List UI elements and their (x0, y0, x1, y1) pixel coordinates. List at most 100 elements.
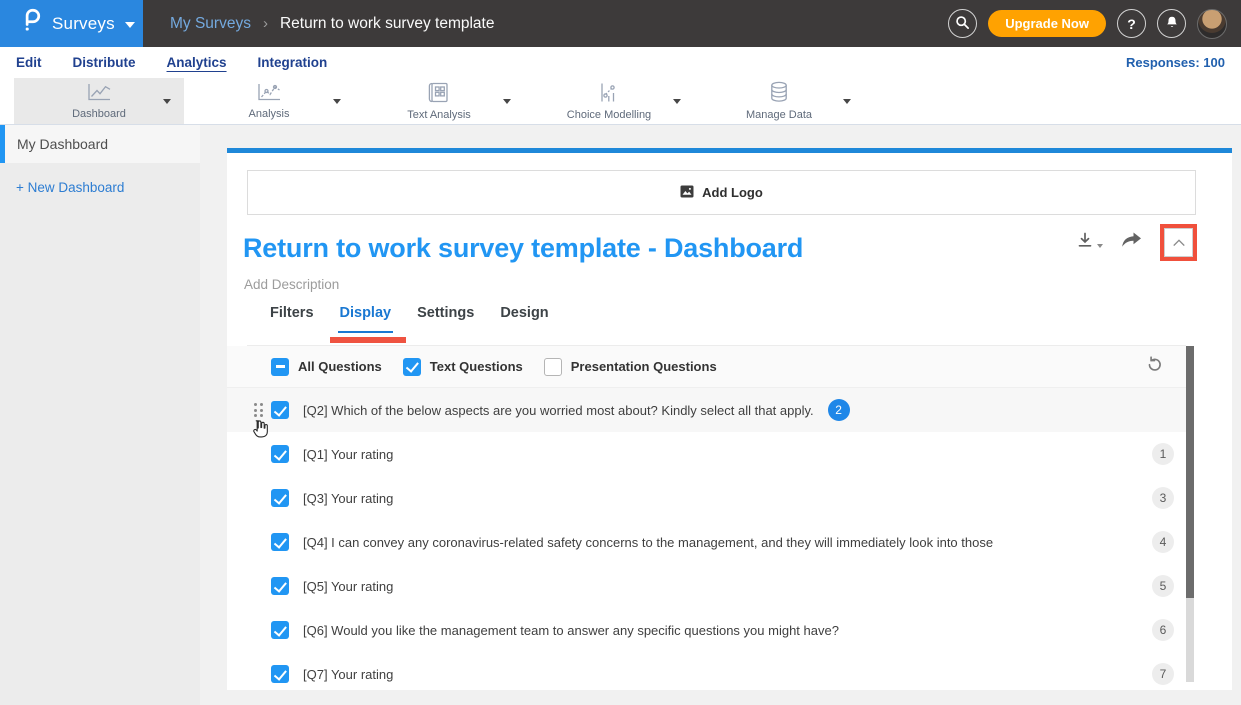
sidebar-item-label: My Dashboard (17, 136, 108, 152)
toolbar-item-dashboard[interactable]: Dashboard (14, 78, 184, 124)
chevron-down-icon[interactable] (503, 99, 511, 104)
breadcrumb-separator: › (263, 15, 268, 32)
question-checkbox[interactable] (271, 489, 289, 507)
filter-all-questions[interactable]: All Questions (271, 358, 382, 376)
order-badge: 7 (1152, 663, 1174, 685)
breadcrumb: My Surveys › Return to work survey templ… (170, 15, 494, 33)
new-dashboard-button[interactable]: + New Dashboard (16, 180, 200, 195)
chevron-down-icon[interactable] (843, 99, 851, 104)
order-badge: 3 (1152, 487, 1174, 509)
toolbar-item-label: Dashboard (72, 108, 126, 120)
drag-handle[interactable] (254, 403, 271, 417)
all-questions-checkbox[interactable] (271, 358, 289, 376)
header-actions: Upgrade Now ? (948, 0, 1227, 47)
product-switcher[interactable]: Surveys (0, 0, 143, 47)
order-badge: 1 (1152, 443, 1174, 465)
toolbar-item-label: Text Analysis (407, 109, 471, 121)
question-row[interactable]: [Q4] I can convey any coronavirus-relate… (227, 520, 1186, 564)
question-checkbox[interactable] (271, 445, 289, 463)
question-row[interactable]: [Q6] Would you like the management team … (227, 608, 1186, 652)
search-button[interactable] (948, 9, 977, 38)
question-row[interactable]: [Q7] Your rating 7 (227, 652, 1186, 690)
toolbar-item-label: Analysis (249, 108, 290, 120)
breadcrumb-my-surveys[interactable]: My Surveys (170, 15, 251, 33)
question-checkbox[interactable] (271, 621, 289, 639)
question-checkbox[interactable] (271, 401, 289, 419)
toolbar-item-manage-data[interactable]: Manage Data (694, 78, 864, 124)
upgrade-now-button[interactable]: Upgrade Now (988, 10, 1106, 37)
bell-icon (1165, 15, 1179, 33)
presentation-questions-checkbox[interactable] (544, 358, 562, 376)
question-text: [Q7] Your rating (303, 667, 393, 682)
question-checkbox[interactable] (271, 665, 289, 683)
tab-filters[interactable]: Filters (268, 305, 316, 333)
refresh-icon (1145, 355, 1164, 379)
share-arrow-icon (1120, 231, 1143, 254)
order-badge: 4 (1152, 531, 1174, 553)
survey-nav: Edit Distribute Analytics Integration Re… (0, 47, 1241, 78)
add-logo-label: Add Logo (702, 185, 763, 200)
list-scrollbar-track[interactable] (1186, 346, 1194, 682)
share-button[interactable] (1120, 231, 1143, 254)
notifications-button[interactable] (1157, 9, 1186, 38)
question-checkbox[interactable] (271, 577, 289, 595)
top-header: Surveys My Surveys › Return to work surv… (0, 0, 1241, 47)
text-grid-icon (427, 82, 451, 108)
toolbar-item-label: Choice Modelling (567, 109, 651, 121)
database-icon (767, 81, 791, 108)
app-root: Surveys My Surveys › Return to work surv… (0, 0, 1241, 705)
nav-item-analytics[interactable]: Analytics (167, 55, 227, 70)
collapse-panel-button[interactable] (1164, 228, 1193, 257)
chevron-down-icon[interactable] (333, 99, 341, 104)
question-row[interactable]: [Q1] Your rating 1 (227, 432, 1186, 476)
question-text: [Q5] Your rating (303, 579, 393, 594)
nav-item-distribute[interactable]: Distribute (73, 55, 136, 70)
question-row[interactable]: [Q3] Your rating 3 (227, 476, 1186, 520)
add-description-button[interactable]: Add Description (244, 277, 339, 292)
dashboard-actions (1076, 224, 1197, 261)
toolbar-item-choice-modelling[interactable]: Choice Modelling (524, 78, 694, 124)
question-text: [Q1] Your rating (303, 447, 393, 462)
download-icon (1076, 231, 1094, 254)
breadcrumb-current-survey: Return to work survey template (280, 15, 495, 33)
tab-settings[interactable]: Settings (415, 305, 476, 333)
line-chart-icon (86, 82, 113, 107)
question-text: [Q2] Which of the below aspects are you … (303, 403, 814, 418)
chevron-up-icon (1172, 234, 1186, 252)
order-badge: 6 (1152, 619, 1174, 641)
filter-text-questions[interactable]: Text Questions (403, 358, 523, 376)
annotation-red-underline (330, 337, 406, 343)
nav-item-edit[interactable]: Edit (16, 55, 42, 70)
add-logo-button[interactable]: Add Logo (247, 170, 1196, 215)
help-button[interactable]: ? (1117, 9, 1146, 38)
responses-count: Responses: 100 (1126, 55, 1225, 70)
order-badge: 2 (828, 399, 850, 421)
list-scrollbar-thumb[interactable] (1186, 346, 1194, 598)
reset-order-button[interactable] (1145, 355, 1164, 379)
chevron-down-icon[interactable] (163, 99, 171, 104)
tab-design[interactable]: Design (498, 305, 550, 333)
filter-label: Text Questions (430, 359, 523, 374)
sidebar-item-my-dashboard[interactable]: My Dashboard (0, 125, 200, 163)
nav-item-integration[interactable]: Integration (258, 55, 328, 70)
dashboard-tabs: Filters Display Settings Design (268, 305, 551, 333)
questionpro-p-logo (21, 7, 42, 40)
toolbar-item-text-analysis[interactable]: Text Analysis (354, 78, 524, 124)
help-icon: ? (1127, 16, 1136, 32)
dashboard-title: Return to work survey template - Dashboa… (243, 233, 803, 264)
annotation-highlight-box (1160, 224, 1197, 261)
filter-label: All Questions (298, 359, 382, 374)
download-button[interactable] (1076, 231, 1103, 254)
chevron-down-icon[interactable] (673, 99, 681, 104)
filter-label: Presentation Questions (571, 359, 717, 374)
toolbar-item-analysis[interactable]: Analysis (184, 78, 354, 124)
tab-display[interactable]: Display (338, 305, 394, 333)
question-row[interactable]: [Q2] Which of the below aspects are you … (227, 388, 1186, 432)
user-avatar[interactable] (1197, 9, 1227, 39)
text-questions-checkbox[interactable] (403, 358, 421, 376)
filter-presentation-questions[interactable]: Presentation Questions (544, 358, 717, 376)
question-row[interactable]: [Q5] Your rating 5 (227, 564, 1186, 608)
question-checkbox[interactable] (271, 533, 289, 551)
chevron-down-icon (1097, 244, 1103, 248)
toolbar-item-label: Manage Data (746, 109, 812, 121)
